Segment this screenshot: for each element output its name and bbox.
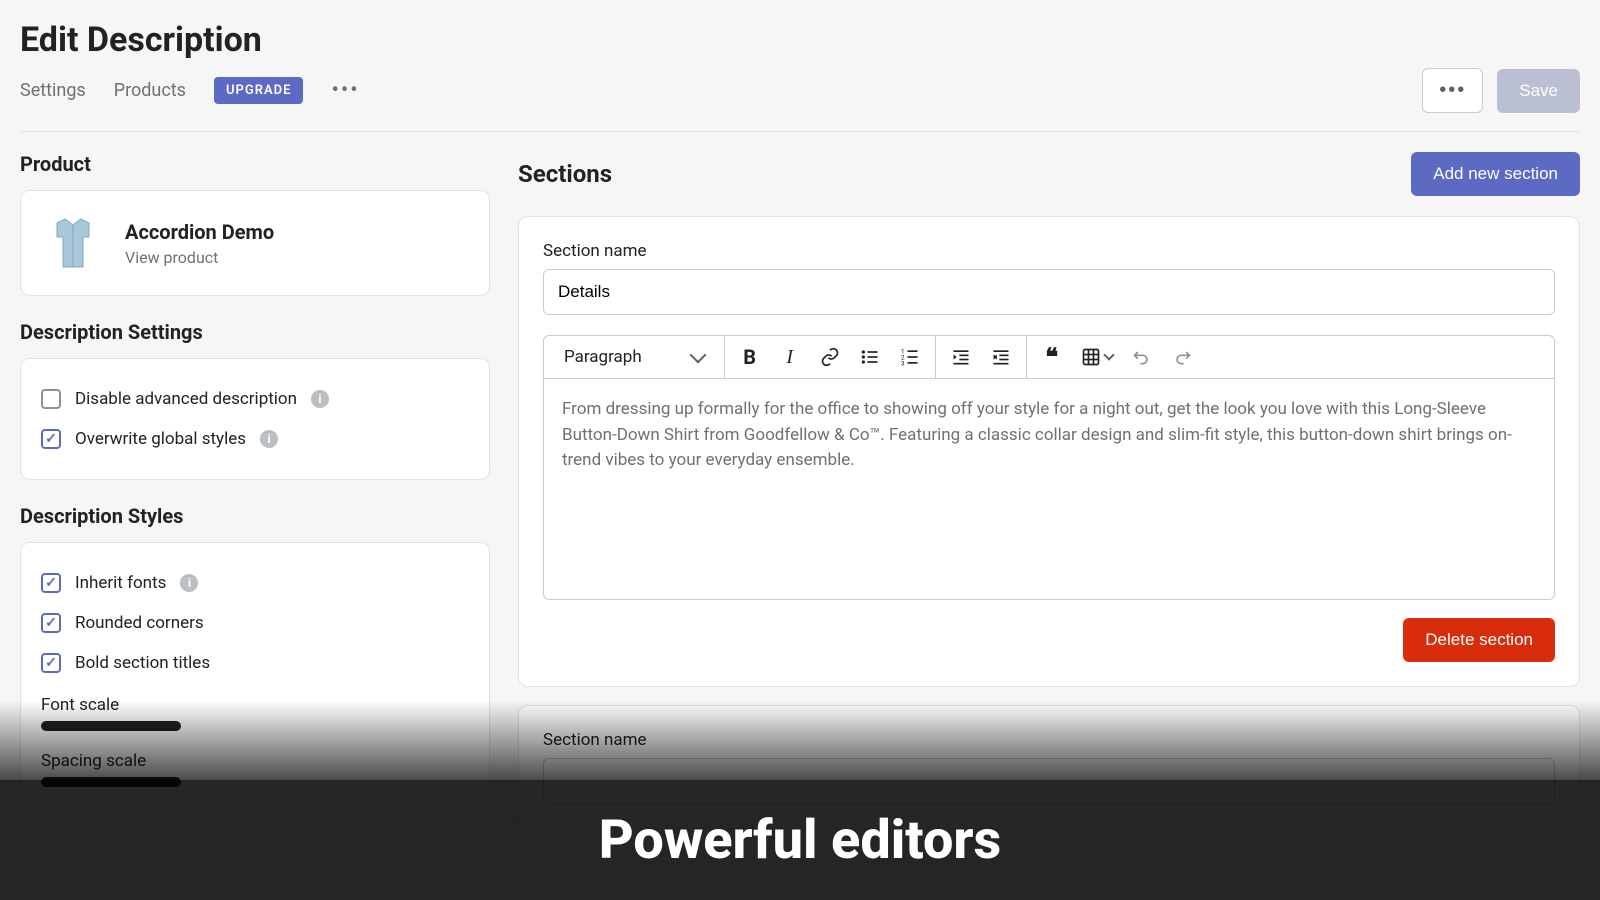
editor-body[interactable]: From dressing up formally for the office… (544, 379, 1554, 599)
promo-overlay: Powerful editors (0, 780, 1600, 900)
rounded-corners-checkbox[interactable] (41, 613, 61, 633)
desc-styles-heading: Description Styles (20, 504, 490, 528)
inherit-fonts-checkbox[interactable] (41, 573, 61, 593)
bold-titles-label: Bold section titles (75, 653, 210, 673)
inherit-fonts-label: Inherit fonts (75, 573, 166, 593)
page-title: Edit Description (20, 20, 1580, 60)
bullet-list-icon[interactable] (859, 346, 881, 368)
outdent-icon[interactable] (950, 346, 972, 368)
desc-settings-card: Disable advanced description i Overwrite… (20, 358, 490, 480)
section-name-label: Section name (543, 241, 1555, 261)
undo-icon[interactable] (1131, 346, 1153, 368)
nav-more-icon[interactable]: ••• (331, 78, 359, 103)
overwrite-global-label: Overwrite global styles (75, 429, 246, 449)
rich-text-editor: Paragraph B I 123 (543, 335, 1555, 600)
view-product-link[interactable]: View product (125, 248, 274, 267)
nav-products[interactable]: Products (114, 80, 186, 101)
info-icon[interactable]: i (180, 574, 198, 592)
add-section-button[interactable]: Add new section (1411, 152, 1580, 196)
section-card: Section name Paragraph B I (518, 216, 1580, 687)
product-title: Accordion Demo (125, 220, 274, 244)
upgrade-badge[interactable]: UPGRADE (214, 77, 303, 104)
font-scale-label: Font scale (41, 683, 469, 721)
header-more-button[interactable]: ••• (1422, 68, 1483, 113)
desc-settings-heading: Description Settings (20, 320, 490, 344)
overwrite-global-checkbox[interactable] (41, 429, 61, 449)
redo-icon[interactable] (1171, 346, 1193, 368)
bold-icon[interactable]: B (739, 346, 761, 368)
svg-text:3: 3 (901, 359, 905, 367)
disable-advanced-checkbox[interactable] (41, 389, 61, 409)
delete-section-button[interactable]: Delete section (1403, 618, 1555, 662)
indent-icon[interactable] (990, 346, 1012, 368)
blockquote-icon[interactable]: ❝ (1041, 346, 1063, 368)
numbered-list-icon[interactable]: 123 (899, 346, 921, 368)
format-label: Paragraph (564, 347, 642, 367)
info-icon[interactable]: i (260, 430, 278, 448)
chevron-down-icon (689, 347, 706, 364)
section-name-label: Section name (543, 730, 1555, 750)
promo-text: Powerful editors (599, 809, 1001, 872)
sections-heading: Sections (518, 160, 612, 188)
nav-settings[interactable]: Settings (20, 80, 86, 101)
section-name-input[interactable] (543, 269, 1555, 315)
product-card: Accordion Demo View product (20, 190, 490, 296)
italic-icon[interactable]: I (779, 346, 801, 368)
spacing-scale-label: Spacing scale (41, 739, 469, 777)
disable-advanced-label: Disable advanced description (75, 389, 297, 409)
chevron-down-icon (1103, 349, 1114, 360)
rounded-corners-label: Rounded corners (75, 613, 204, 633)
table-icon[interactable] (1081, 346, 1113, 368)
font-scale-slider[interactable] (41, 721, 181, 731)
product-heading: Product (20, 152, 490, 176)
link-icon[interactable] (819, 346, 841, 368)
product-thumbnail (41, 211, 105, 275)
bold-titles-checkbox[interactable] (41, 653, 61, 673)
desc-styles-card: Inherit fonts i Rounded corners Bold sec… (20, 542, 490, 816)
save-button[interactable]: Save (1497, 69, 1580, 113)
info-icon[interactable]: i (311, 390, 329, 408)
format-dropdown[interactable]: Paragraph (558, 347, 710, 367)
